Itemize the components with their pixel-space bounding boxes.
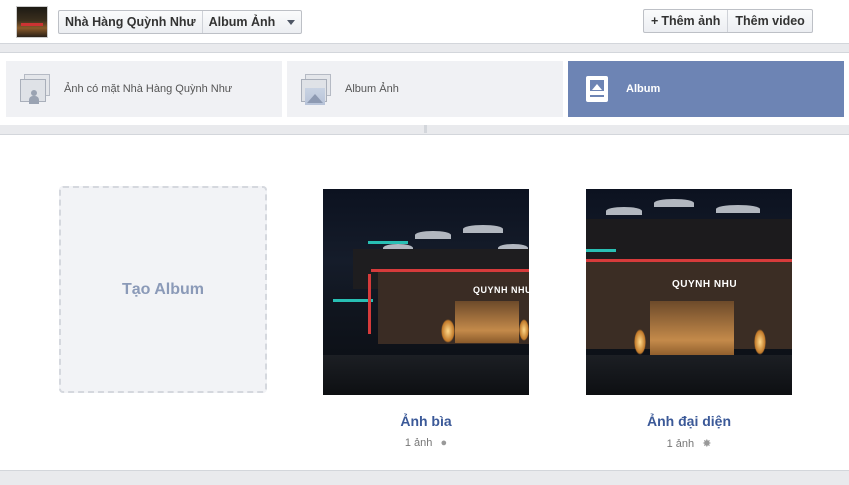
tab-label: Album Ảnh [345, 83, 399, 95]
tab-photos[interactable]: Album Ảnh [287, 61, 563, 117]
tab-label: Album [626, 83, 661, 95]
add-photo-label: Thêm ảnh [661, 14, 721, 28]
section-dropdown[interactable]: Album Ảnh [201, 11, 301, 33]
album-icon [582, 74, 614, 104]
tagged-photos-icon [20, 74, 52, 104]
gear-icon[interactable]: ✸ [702, 437, 711, 450]
album-title[interactable]: Ảnh đại diện [586, 413, 792, 429]
album-count: 1 ảnh [404, 437, 433, 449]
album-card-profile: QUYNH NHU Ảnh đại diện 1 ảnh ✸ [586, 189, 792, 450]
add-video-button[interactable]: Thêm video [727, 10, 811, 32]
page-name-label: Nhà Hàng Quỳnh Như [65, 15, 196, 29]
album-cover-photo[interactable]: QUYNH NHU [323, 189, 529, 395]
create-album-button[interactable]: Tạo Album [59, 186, 267, 393]
chevron-down-icon [286, 20, 295, 26]
globe-icon[interactable]: ● [440, 437, 447, 449]
tab-albums[interactable]: Album [568, 61, 844, 117]
breadcrumb-page-name[interactable]: Nhà Hàng Quỳnh Như [59, 11, 202, 33]
divider [424, 125, 427, 133]
photo-sign-text: QUYNH NHU [473, 285, 529, 295]
album-profile-photo[interactable]: QUYNH NHU [586, 189, 792, 395]
album-card-cover: QUYNH NHU Ảnh bìa 1 ảnh ● [323, 189, 529, 449]
section-label: Album Ảnh [208, 15, 276, 29]
tab-label: Ảnh có mặt Nhà Hàng Quỳnh Như [64, 83, 233, 95]
top-header: Nhà Hàng Quỳnh Như Album Ảnh + Thêm ảnh T… [0, 0, 849, 44]
photo-sign-text: QUYNH NHU [672, 279, 738, 290]
albums-grid: Tạo Album QUYNH NHU Ảnh bìa 1 ảnh ● QUYN… [0, 134, 849, 471]
plus-icon: + [651, 14, 659, 28]
page-thumbnail[interactable] [16, 6, 48, 38]
album-meta: 1 ảnh ✸ [586, 437, 792, 450]
create-album-label: Tạo Album [121, 280, 205, 298]
album-title[interactable]: Ảnh bìa [323, 413, 529, 429]
photos-icon [301, 74, 333, 105]
add-video-label: Thêm video [735, 14, 805, 28]
album-count: 1 ảnh [666, 438, 695, 450]
add-photo-button[interactable]: + Thêm ảnh [644, 10, 727, 32]
media-actions: + Thêm ảnh Thêm video [643, 9, 813, 33]
tab-tagged-photos[interactable]: Ảnh có mặt Nhà Hàng Quỳnh Như [6, 61, 282, 117]
album-meta: 1 ảnh ● [323, 437, 529, 449]
photo-tabs: Ảnh có mặt Nhà Hàng Quỳnh Như Album Ảnh … [0, 52, 849, 125]
breadcrumb: Nhà Hàng Quỳnh Như Album Ảnh [58, 10, 302, 34]
